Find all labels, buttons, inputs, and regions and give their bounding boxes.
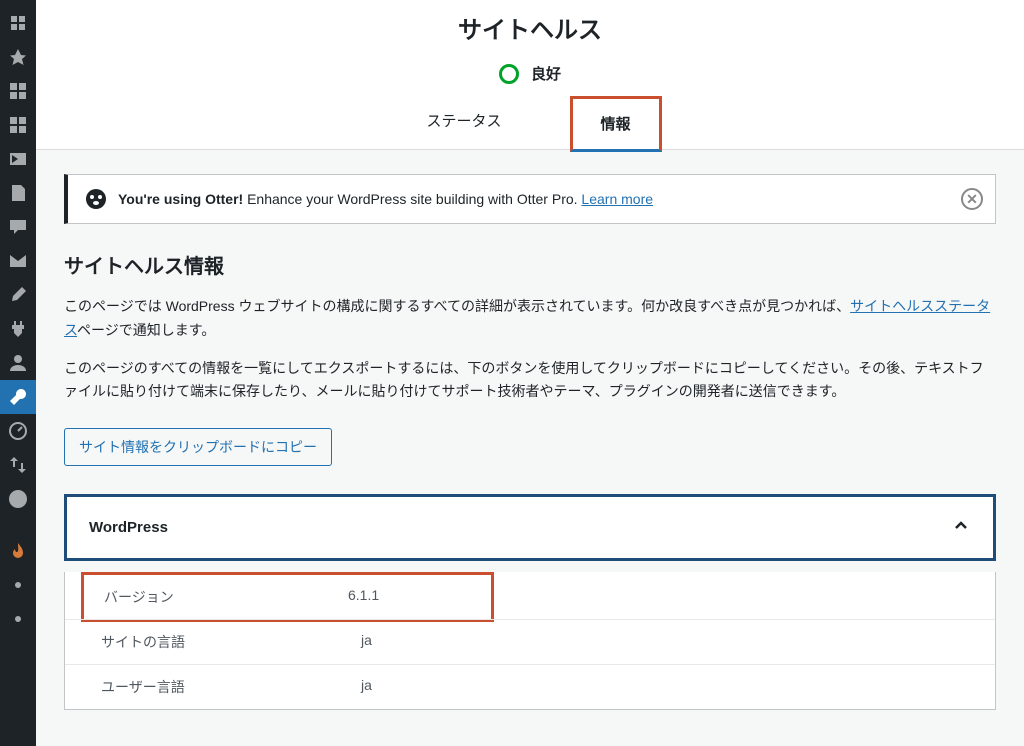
tab-info[interactable]: 情報 [570, 96, 662, 152]
desc1-pre: このページでは WordPress ウェブサイトの構成に関するすべての詳細が表示… [64, 298, 850, 314]
notice-rest: Enhance your WordPress site building wit… [243, 191, 581, 207]
chevron-up-icon [951, 515, 971, 540]
sidebar-performance-icon[interactable] [0, 414, 36, 448]
otter-notice: You're using Otter! Enhance your WordPre… [64, 174, 996, 224]
status-circle-icon [499, 64, 519, 84]
sidebar-pin-icon[interactable] [0, 40, 36, 74]
sidebar-gear2-icon[interactable] [0, 602, 36, 636]
table-row-user-lang: ユーザー言語 ja [65, 664, 995, 709]
section-heading: サイトヘルス情報 [64, 250, 996, 279]
accordion-title: WordPress [89, 519, 168, 536]
row-label: ユーザー言語 [101, 677, 361, 697]
wordpress-accordion: WordPress [64, 494, 996, 561]
sidebar-brush-icon[interactable] [0, 278, 36, 312]
sidebar-help-icon[interactable] [0, 482, 36, 516]
sidebar-tools-icon[interactable] [0, 380, 36, 414]
row-value: 6.1.1 [348, 587, 379, 607]
notice-dismiss-button[interactable]: ✕ [961, 188, 983, 210]
desc1-post: ページで通知します。 [77, 322, 215, 338]
sidebar-plugins-icon[interactable] [0, 312, 36, 346]
otter-icon [84, 187, 108, 211]
section-desc-2: このページのすべての情報を一覧にしてエクスポートするには、下のボタンを使用してク… [64, 357, 996, 405]
row-label: バージョン [104, 587, 348, 607]
row-label: サイトの言語 [101, 632, 361, 652]
tab-status[interactable]: ステータス [398, 96, 529, 149]
wordpress-info-table: バージョン 6.1.1 サイトの言語 ja ユーザー言語 ja [64, 572, 996, 710]
table-row-site-lang: サイトの言語 ja [65, 619, 995, 664]
sidebar-users-icon[interactable] [0, 346, 36, 380]
main-content: サイトヘルス 良好 ステータス 情報 You're using Otter! E… [36, 0, 1024, 746]
site-health-status: 良好 [36, 63, 1024, 84]
sidebar-grid-icon[interactable] [0, 74, 36, 108]
notice-strong: You're using Otter! [118, 191, 243, 207]
notice-learn-more-link[interactable]: Learn more [581, 191, 653, 207]
accordion-header[interactable]: WordPress [67, 497, 993, 558]
section-desc-1: このページでは WordPress ウェブサイトの構成に関するすべての詳細が表示… [64, 295, 996, 343]
sidebar-dashboard-icon[interactable] [0, 6, 36, 40]
sidebar-mail-icon[interactable] [0, 244, 36, 278]
sidebar-settings-icon[interactable] [0, 568, 36, 602]
sidebar-updown-icon[interactable] [0, 448, 36, 482]
sidebar-flame-icon[interactable] [0, 534, 36, 568]
content-area: You're using Otter! Enhance your WordPre… [36, 150, 1024, 746]
row-value: ja [361, 632, 372, 652]
sidebar-grid2-icon[interactable] [0, 108, 36, 142]
table-row-version: バージョン 6.1.1 [81, 572, 494, 622]
sidebar-pages-icon[interactable] [0, 176, 36, 210]
sidebar-comments-icon[interactable] [0, 210, 36, 244]
status-label: 良好 [531, 63, 561, 84]
admin-sidebar [0, 0, 36, 746]
notice-text: You're using Otter! Enhance your WordPre… [118, 191, 653, 207]
copy-site-info-button[interactable]: サイト情報をクリップボードにコピー [64, 428, 332, 466]
tabs: ステータス 情報 [36, 96, 1024, 149]
page-title: サイトヘルス [36, 10, 1024, 45]
header-region: サイトヘルス 良好 ステータス 情報 [36, 0, 1024, 150]
row-value: ja [361, 677, 372, 697]
sidebar-media-icon[interactable] [0, 142, 36, 176]
